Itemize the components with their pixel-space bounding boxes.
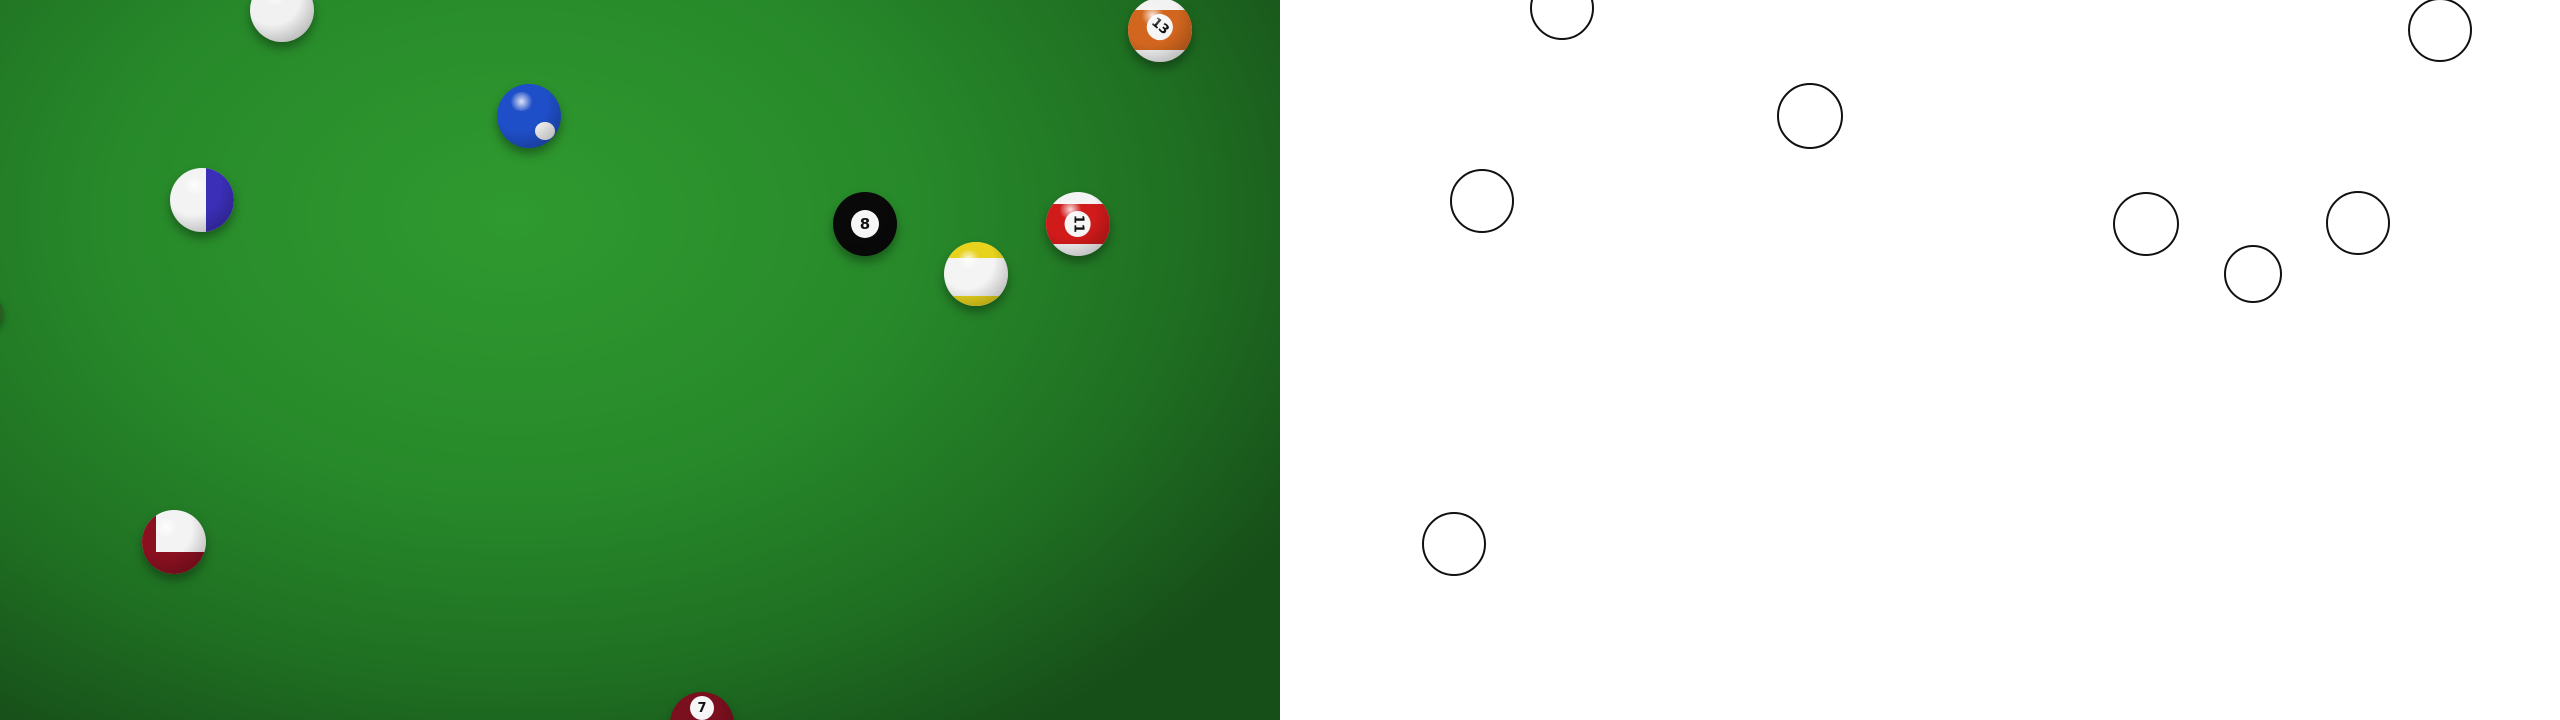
ball-outline xyxy=(1777,83,1843,149)
ball-outline xyxy=(2113,192,2179,256)
ball-outline-view xyxy=(1280,0,2560,720)
ball-outline xyxy=(1450,169,1514,233)
pool-table: 13 8 11 7 xyxy=(0,0,1280,720)
ball-outline xyxy=(1530,0,1594,40)
ball-maroon-stripe[interactable] xyxy=(142,510,206,574)
cue-ball[interactable] xyxy=(250,0,314,42)
ball-blue-solid[interactable] xyxy=(497,84,561,148)
ball-maroon-solid[interactable]: 7 xyxy=(670,692,734,720)
edge-ball[interactable] xyxy=(0,296,3,329)
ball-outline xyxy=(2326,191,2390,255)
ball-red-stripe[interactable]: 11 xyxy=(1046,192,1110,256)
ball-eight[interactable]: 8 xyxy=(833,192,897,256)
ball-yellow-stripe[interactable] xyxy=(944,242,1008,306)
ball-orange-stripe[interactable]: 13 xyxy=(1128,0,1192,62)
ball-outline xyxy=(1422,512,1486,576)
ball-outline xyxy=(2408,0,2472,62)
ball-outline xyxy=(2224,245,2282,303)
ball-purple-stripe[interactable] xyxy=(170,168,234,232)
